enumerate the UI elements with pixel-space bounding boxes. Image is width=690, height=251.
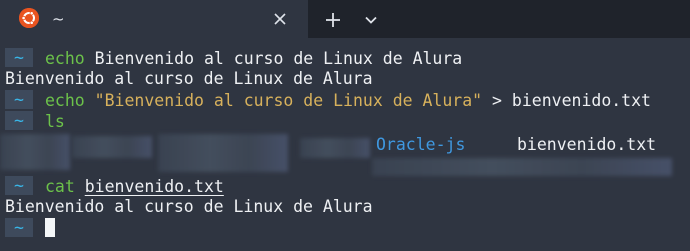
chevron-down-icon[interactable] <box>360 9 382 31</box>
prompt-badge: ~ <box>5 48 33 67</box>
terminal-line: ~ cat bienvenido.txt <box>5 176 224 198</box>
terminal-line: Bienvenido al curso de Linux de Alura <box>5 196 373 218</box>
terminal-output[interactable]: ~ echo Bienvenido al curso de Linux de Al… <box>0 38 690 251</box>
command-name: echo <box>45 91 85 110</box>
terminal-window: ~ ~ echo Bienvenido al curso de Linux de … <box>0 0 690 251</box>
prompt-badge: ~ <box>5 111 33 130</box>
prompt-badge: ~ <box>5 218 33 237</box>
blurred-region <box>372 158 672 176</box>
file-path-link[interactable]: bienvenido.txt <box>85 177 224 196</box>
prompt-badge: ~ <box>5 176 33 195</box>
blurred-region <box>72 136 152 158</box>
plus-icon[interactable] <box>322 9 344 31</box>
terminal-line: ~ echo "Bienvenido al curso de Linux de A… <box>5 90 651 112</box>
blurred-region <box>158 134 288 172</box>
command-name: ls <box>45 112 65 131</box>
command-name: cat <box>45 177 75 196</box>
terminal-line: ~ echo Bienvenido al curso de Linux de Al… <box>5 48 462 70</box>
ubuntu-logo-icon <box>19 8 39 28</box>
prompt-badge: ~ <box>5 90 33 109</box>
terminal-line: ~ ls <box>5 111 65 133</box>
command-name: echo <box>45 49 85 68</box>
close-icon[interactable] <box>270 9 290 29</box>
ls-directory-entry: Oracle-js <box>376 135 466 154</box>
terminal-line: Bienvenido al curso de Linux de Alura <box>5 68 373 90</box>
text-cursor <box>45 218 55 237</box>
command-args: > bienvenido.txt <box>482 91 651 110</box>
tab-title: ~ <box>52 10 65 28</box>
ls-file-entry: bienvenido.txt <box>517 135 657 154</box>
command-string: "Bienvenido al curso de Linux de Alura" <box>84 91 483 110</box>
blurred-region <box>300 138 370 158</box>
blurred-region <box>0 134 70 170</box>
tab-bar: ~ <box>0 0 690 38</box>
tab-home[interactable]: ~ <box>0 0 308 38</box>
output-text: Bienvenido al curso de Linux de Alura <box>5 69 373 88</box>
output-text: Bienvenido al curso de Linux de Alura <box>5 197 373 216</box>
command-args: Bienvenido al curso de Linux de Alura <box>84 49 463 68</box>
terminal-line: ~ <box>5 218 55 240</box>
